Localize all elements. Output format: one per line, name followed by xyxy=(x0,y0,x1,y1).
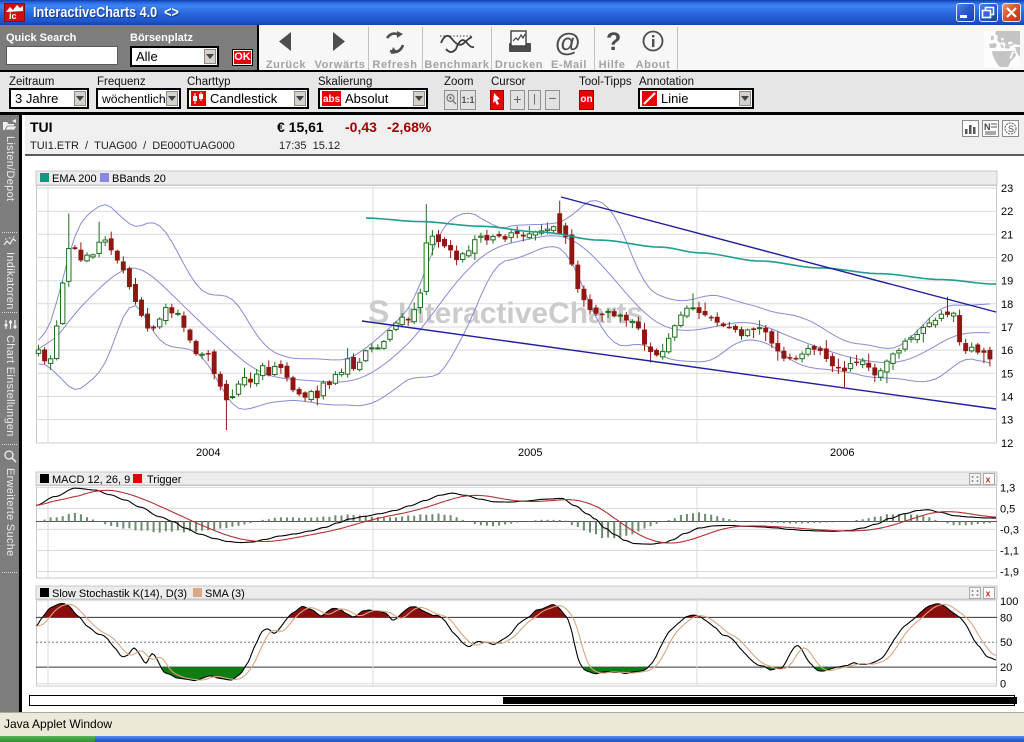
svg-text:Trigger: Trigger xyxy=(147,474,182,486)
svg-text:23: 23 xyxy=(1001,183,1013,195)
svg-text:80: 80 xyxy=(1000,612,1012,624)
svg-text:16: 16 xyxy=(1001,345,1013,357)
svg-text:@: @ xyxy=(555,27,580,57)
svg-text:InteractiveCharts: InteractiveCharts xyxy=(398,297,643,330)
svg-text:Slow Stochastik K(14), D(3): Slow Stochastik K(14), D(3) xyxy=(52,588,187,600)
svg-text:18: 18 xyxy=(1001,299,1013,311)
svg-text:17: 17 xyxy=(1001,322,1013,334)
svg-text:-0,3: -0,3 xyxy=(1000,524,1019,536)
svg-text:EMA 200: EMA 200 xyxy=(52,173,97,185)
svg-text:2006: 2006 xyxy=(830,447,854,459)
svg-text:N: N xyxy=(984,122,991,132)
svg-text:12: 12 xyxy=(1001,438,1013,450)
svg-text:abs: abs xyxy=(323,94,341,105)
svg-text:0,5: 0,5 xyxy=(1000,503,1015,515)
svg-text:13: 13 xyxy=(1001,415,1013,427)
svg-text:2004: 2004 xyxy=(196,447,220,459)
svg-text:0: 0 xyxy=(1000,679,1006,691)
svg-text:15: 15 xyxy=(1001,368,1013,380)
svg-text:SMA (3): SMA (3) xyxy=(205,588,245,600)
svg-text:x: x xyxy=(986,475,991,485)
svg-text:S: S xyxy=(1008,124,1014,134)
svg-text:-1,1: -1,1 xyxy=(1000,546,1019,558)
svg-text:1,3: 1,3 xyxy=(1000,482,1015,494)
svg-text:20: 20 xyxy=(1001,253,1013,265)
svg-text:2005: 2005 xyxy=(518,447,542,459)
svg-text:x: x xyxy=(986,589,991,599)
svg-text:BBands 20: BBands 20 xyxy=(112,173,166,185)
svg-text:19: 19 xyxy=(1001,276,1013,288)
svg-text:21: 21 xyxy=(1001,229,1013,241)
svg-text:MACD 12, 26, 9: MACD 12, 26, 9 xyxy=(52,474,130,486)
svg-text:50: 50 xyxy=(1000,637,1012,649)
svg-text:?: ? xyxy=(606,28,621,56)
svg-text:14: 14 xyxy=(1001,392,1013,404)
svg-text:22: 22 xyxy=(1001,206,1013,218)
svg-text:-1,9: -1,9 xyxy=(1000,567,1019,579)
svg-text:100: 100 xyxy=(1000,596,1018,608)
svg-text:ic: ic xyxy=(9,11,17,21)
svg-text:20: 20 xyxy=(1000,662,1012,674)
